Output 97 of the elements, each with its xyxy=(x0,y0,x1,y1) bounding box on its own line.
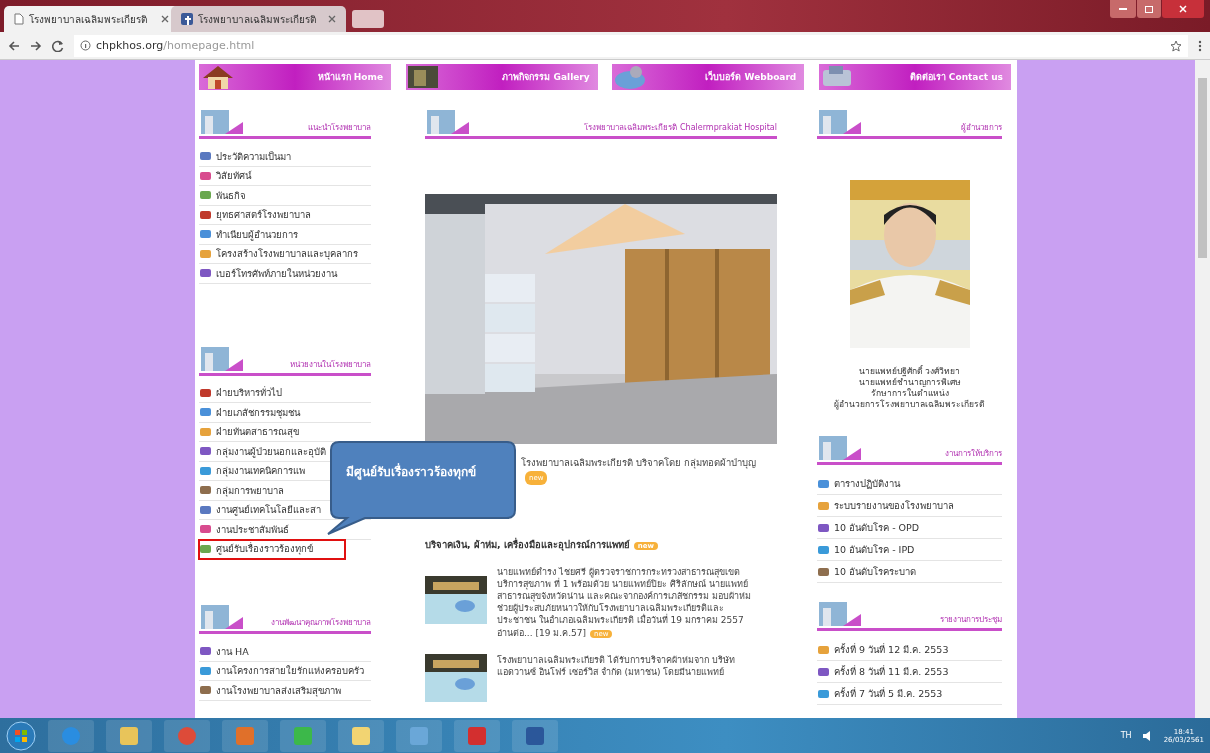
bullet-icon xyxy=(199,169,212,182)
bullet-icon xyxy=(199,425,212,438)
section-title: งานการให้บริการ xyxy=(945,448,1002,460)
news-heading[interactable]: บริจาคเงิน, ผ้าห่ม, เครื่องมือและอุปกรณ์การแพทย์ xyxy=(425,539,630,550)
slide-caption: โรงพยาบาลเฉลิมพระเกียรติ บริจาคโดย กลุ่มทอดผ้าป่าบุญ xyxy=(521,457,757,468)
menu-item[interactable]: ศูนย์รับเรื่องราวร้องทุกข์ xyxy=(199,539,345,559)
section-title: โรงพยาบาลเฉลิมพระเกียรติ Chalermprakiat Hospital xyxy=(584,122,777,134)
bullet-icon xyxy=(199,523,212,536)
menu-item[interactable]: งาน HA xyxy=(199,642,371,662)
bullet-icon xyxy=(199,189,212,202)
menu-item[interactable]: งานโครงการสายใยรักแห่งครอบครัว xyxy=(199,661,371,681)
menu-item[interactable]: 10 อันดับโรค - IPD xyxy=(817,539,1002,561)
bullet-icon xyxy=(199,464,212,477)
bullet-icon xyxy=(817,543,830,556)
close-icon[interactable] xyxy=(161,15,169,23)
browser-tab[interactable]: โรงพยาบาลเฉลิมพระเกียรติ xyxy=(171,6,346,32)
bullet-icon xyxy=(817,665,830,678)
close-icon[interactable] xyxy=(328,15,336,23)
nav-banner[interactable]: เว็บบอร์ด Webboard xyxy=(612,64,805,90)
info-icon xyxy=(80,40,91,51)
section-title: ผู้อำนวยการ xyxy=(961,122,1002,135)
address-bar[interactable]: chpkhos.org/homepage.html xyxy=(74,34,1188,57)
bullet-icon xyxy=(199,664,212,677)
director-caption: ผู้อำนวยการโรงพยาบาลเฉลิมพระเกียรติ xyxy=(833,399,986,410)
section-title: แนะนำโรงพยาบาล xyxy=(308,122,371,134)
close-icon xyxy=(1179,5,1187,13)
bullet-icon xyxy=(199,484,212,497)
news-text: นายแพทย์ดำรง ไชยศรี ผู้ตรวจราชการกระทรวงสาธารณสุขเขตบริการสุขภาพ ที่ 1 พร้อมด้วย นายแพทย์ปิยะ ศิริลักษณ์ นายแพทย์สาธารณสุขจังหวัดน่าน และคณะจากองค์การเภสัชกรรม มอบผ้าห่มช่วยผู้ประสบภัยหนาวให้กับโรงพยาบาลเฉลิมพระเกียรติและประชาชน ในอำเภอเฉลิมพระเกียรติ เมื่อวันที่ 19 มกราคม 2557 xyxy=(497,566,752,626)
star-icon[interactable] xyxy=(1170,39,1182,52)
page-icon xyxy=(14,13,24,25)
start-button[interactable] xyxy=(6,720,36,751)
section-title: งานพัฒนาคุณภาพโรงพยาบาล xyxy=(271,617,371,629)
menu-item[interactable]: ทำเนียบผู้อำนวยการ xyxy=(199,225,371,245)
tab-title: โรงพยาบาลเฉลิมพระเกียรติ xyxy=(198,12,317,27)
menu-item[interactable]: ประวัติความเป็นมา xyxy=(199,147,371,167)
menu-item[interactable]: ครั้งที่ 9 วันที่ 12 มี.ค. 2553 xyxy=(817,639,1002,661)
facebook-icon xyxy=(181,13,193,25)
menu-item[interactable]: ครั้งที่ 8 วันที่ 11 มี.ค. 2553 xyxy=(817,661,1002,683)
menu-item[interactable]: ฝ่ายเภสัชกรรมชุมชน xyxy=(199,403,371,423)
bullet-icon xyxy=(199,645,212,658)
nav-banner[interactable]: หน้าแรก Home xyxy=(199,64,391,90)
bullet-icon xyxy=(817,521,830,534)
bullet-icon xyxy=(199,247,212,260)
document-icon[interactable] xyxy=(512,719,558,752)
minimize-icon xyxy=(1119,7,1127,11)
bullet-icon xyxy=(817,565,830,578)
close-button[interactable] xyxy=(1162,0,1204,18)
bullet-icon xyxy=(199,228,212,241)
scrollbar-thumb[interactable] xyxy=(1198,78,1207,258)
news-text: โรงพยาบาลเฉลิมพระเกียรติ ได้รับการบริจาคผ้าห่มจาก บริษัท แอดวานซ์ อินโฟร์ เซอร์วิส จำกัด (มหาชน) โดยมีนายแพทย์ xyxy=(497,654,736,678)
menu-item[interactable]: ฝ่ายบริหารทั่วไป xyxy=(199,383,371,403)
bullet-icon xyxy=(199,386,212,399)
reload-icon[interactable] xyxy=(52,39,64,52)
menu-item[interactable]: 10 อันดับโรค - OPD xyxy=(817,517,1002,539)
maximize-button[interactable] xyxy=(1137,0,1161,18)
menu-item[interactable]: โครงสร้างโรงพยาบาลและบุคลากร xyxy=(199,244,371,264)
director-caption: รักษาการในตำแหน่ง xyxy=(869,388,950,399)
tab-title: โรงพยาบาลเฉลิมพระเกียรติ xyxy=(29,12,148,27)
menu-item[interactable]: ระบบรายงานของโรงพยาบาล xyxy=(817,495,1002,517)
menu-item[interactable]: งานโรงพยาบาลส่งเสริมสุขภาพ xyxy=(199,681,371,701)
bullet-icon xyxy=(199,503,212,516)
menu-item[interactable]: ครั้งที่ 7 วันที่ 5 มี.ค. 2553 xyxy=(817,683,1002,705)
menu-icon[interactable] xyxy=(1198,39,1202,52)
menu-item[interactable]: เบอร์โทรศัพท์ภายในหน่วยงาน xyxy=(199,264,371,284)
url-text: chpkhos.org/homepage.html xyxy=(96,39,255,52)
bullet-icon xyxy=(817,687,830,700)
network-icon[interactable] xyxy=(396,719,442,752)
bullet-icon xyxy=(817,477,830,490)
bullet-icon xyxy=(199,406,212,419)
pdf-icon[interactable] xyxy=(454,719,500,752)
director-caption: นายแพทย์ชำนาญการพิเศษ xyxy=(857,377,962,388)
bullet-icon xyxy=(199,445,212,458)
bullet-icon xyxy=(199,542,212,555)
menu-item[interactable]: 10 อันดับโรคระบาด xyxy=(817,561,1002,583)
nav-banner[interactable]: ภาพกิจกรรม Gallery xyxy=(405,64,598,90)
section-title: รายงานการประชุม xyxy=(940,614,1002,626)
bullet-icon xyxy=(199,150,212,163)
menu-item[interactable]: ตารางปฏิบัติงาน xyxy=(817,473,1002,495)
back-icon[interactable] xyxy=(8,39,20,52)
bullet-icon xyxy=(199,208,212,221)
bullet-icon xyxy=(199,684,212,697)
menu-item[interactable]: พันธกิจ xyxy=(199,186,371,206)
bullet-icon xyxy=(817,643,830,656)
forward-icon[interactable] xyxy=(30,39,42,52)
section-title: หน่วยงานในโรงพยาบาล xyxy=(290,358,371,371)
minimize-button[interactable] xyxy=(1110,0,1136,18)
menu-item[interactable]: ยุทธศาสตร์โรงพยาบาล xyxy=(199,205,371,225)
bullet-icon xyxy=(199,267,212,280)
menu-item[interactable]: วิสัยทัศน์ xyxy=(199,166,371,186)
folder-icon[interactable] xyxy=(106,719,152,752)
director-caption: นายแพทย์ปฐิศักดิ์ วงศ์วิทยา xyxy=(857,366,962,377)
chat-icon[interactable] xyxy=(280,719,326,752)
language-indicator[interactable]: TH xyxy=(1120,731,1132,740)
note-icon[interactable] xyxy=(338,719,384,752)
bullet-icon xyxy=(817,499,830,512)
read-more-link[interactable]: อ่านต่อ... [19 ม.ค.57] xyxy=(497,628,586,638)
maximize-icon xyxy=(1145,5,1153,13)
